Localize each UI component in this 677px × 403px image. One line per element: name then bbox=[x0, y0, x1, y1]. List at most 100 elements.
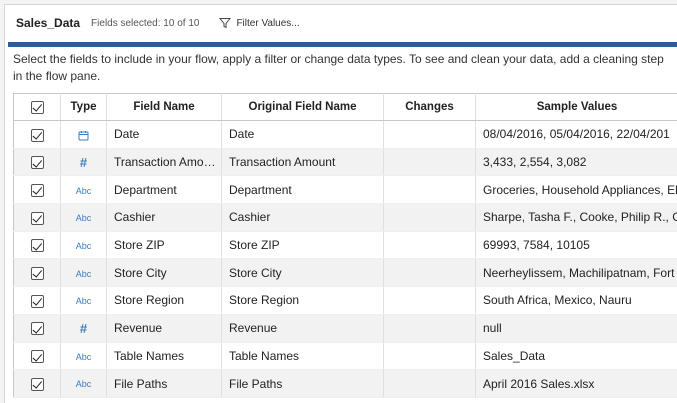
sample-values-cell: Neerheylissem, Machilipatnam, Fort bbox=[475, 258, 677, 288]
table-row[interactable]: # Revenue Revenue null bbox=[13, 314, 677, 343]
select-all-checkbox[interactable] bbox=[30, 100, 44, 114]
field-checkbox[interactable] bbox=[30, 128, 44, 142]
sample-values-cell: null bbox=[475, 314, 677, 343]
field-name-cell[interactable]: Date bbox=[106, 120, 222, 149]
column-header-sample-values[interactable]: Sample Values bbox=[475, 93, 677, 121]
field-name-cell[interactable]: Cashier bbox=[106, 203, 222, 232]
field-name-cell[interactable]: Store ZIP bbox=[106, 231, 222, 260]
filter-values-button[interactable]: Filter Values... bbox=[219, 17, 300, 29]
original-field-name-cell: Date bbox=[221, 120, 384, 149]
changes-cell bbox=[383, 203, 476, 232]
field-checkbox-cell bbox=[13, 203, 61, 232]
field-name-cell[interactable]: Department bbox=[106, 175, 222, 205]
accent-bar bbox=[8, 42, 677, 47]
fields-table: Type Field Name Original Field Name Chan… bbox=[13, 93, 677, 398]
field-name-cell[interactable]: Store Region bbox=[106, 286, 222, 315]
type-cell bbox=[60, 120, 107, 149]
column-header-changes[interactable]: Changes bbox=[383, 93, 476, 121]
field-checkbox[interactable] bbox=[30, 377, 44, 391]
table-header-row: Type Field Name Original Field Name Chan… bbox=[13, 93, 677, 121]
original-field-name-cell: Store ZIP bbox=[221, 231, 384, 260]
calendar-icon[interactable] bbox=[78, 130, 89, 141]
field-checkbox[interactable] bbox=[30, 350, 44, 363]
sample-values-cell: 3,433, 2,554, 3,082 bbox=[475, 148, 677, 177]
string-icon[interactable]: Abc bbox=[76, 241, 92, 251]
field-checkbox-cell bbox=[13, 342, 61, 371]
string-icon[interactable]: Abc bbox=[76, 213, 92, 223]
field-checkbox[interactable] bbox=[30, 322, 44, 336]
string-icon[interactable]: Abc bbox=[76, 352, 92, 362]
select-all-header bbox=[13, 93, 61, 121]
type-cell: Abc bbox=[60, 231, 107, 260]
field-checkbox-cell bbox=[13, 286, 61, 315]
sample-values-cell: 69993, 7584, 10105 bbox=[475, 231, 677, 260]
field-checkbox[interactable] bbox=[30, 266, 44, 280]
sample-values-cell: Sharpe, Tasha F., Cooke, Philip R., Gr bbox=[475, 203, 677, 232]
field-checkbox-cell bbox=[13, 148, 61, 177]
string-icon[interactable]: Abc bbox=[76, 269, 92, 279]
field-name-cell[interactable]: File Paths bbox=[106, 369, 222, 398]
string-icon[interactable]: Abc bbox=[76, 186, 92, 196]
table-row[interactable]: # Transaction Amo… Transaction Amount 3,433… bbox=[13, 148, 677, 177]
field-checkbox[interactable] bbox=[30, 183, 44, 197]
changes-cell bbox=[383, 342, 476, 371]
instructions-text: Select the fields to include in your flo… bbox=[13, 52, 664, 83]
type-cell: # bbox=[60, 148, 107, 177]
field-checkbox-cell bbox=[13, 120, 61, 149]
field-checkbox-cell bbox=[13, 175, 61, 205]
string-icon[interactable]: Abc bbox=[76, 379, 92, 389]
filter-icon bbox=[219, 18, 232, 29]
field-checkbox-cell bbox=[13, 231, 61, 260]
changes-cell bbox=[383, 369, 476, 398]
sample-values-cell: 08/04/2016, 05/04/2016, 22/04/201 bbox=[475, 120, 677, 149]
number-icon[interactable]: # bbox=[80, 321, 87, 336]
type-cell: Abc bbox=[60, 369, 107, 398]
original-field-name-cell: File Paths bbox=[221, 369, 384, 398]
field-checkbox-cell bbox=[13, 314, 61, 343]
field-checkbox[interactable] bbox=[30, 294, 44, 308]
sample-values-cell: Groceries, Household Appliances, Ele bbox=[475, 175, 677, 205]
field-checkbox[interactable] bbox=[30, 211, 44, 225]
changes-cell bbox=[383, 231, 476, 260]
changes-cell bbox=[383, 314, 476, 343]
column-header-original-field-name[interactable]: Original Field Name bbox=[221, 93, 384, 121]
table-row[interactable]: Abc Table Names Table Names Sales_Data bbox=[13, 342, 677, 371]
changes-cell bbox=[383, 120, 476, 149]
data-source-title: Sales_Data bbox=[16, 16, 81, 30]
column-header-type[interactable]: Type bbox=[60, 93, 107, 121]
filter-values-label: Filter Values... bbox=[236, 17, 300, 29]
field-checkbox[interactable] bbox=[30, 239, 44, 253]
fields-selected-count: Fields selected: 10 of 10 bbox=[91, 17, 200, 29]
sample-values-cell: Sales_Data bbox=[475, 342, 677, 371]
table-row[interactable]: Abc Cashier Cashier Sharpe, Tasha F., Cooke… bbox=[13, 203, 677, 232]
changes-cell bbox=[383, 175, 476, 205]
column-header-field-name[interactable]: Field Name bbox=[106, 93, 222, 121]
sample-values-cell: April 2016 Sales.xlsx bbox=[475, 369, 677, 398]
table-row[interactable]: Abc File Paths File Paths April 2016 Sales.… bbox=[13, 369, 677, 398]
table-row[interactable]: Abc Store ZIP Store ZIP 69993, 7584, 10105 bbox=[13, 231, 677, 260]
original-field-name-cell: Transaction Amount bbox=[221, 148, 384, 177]
string-icon[interactable]: Abc bbox=[76, 296, 92, 306]
panel-header: Sales_Data Fields selected: 10 of 10 Fil… bbox=[5, 5, 677, 41]
field-name-cell[interactable]: Revenue bbox=[106, 314, 222, 343]
table-row[interactable]: Date Date 08/04/2016, 05/04/2016, 22/04/20… bbox=[13, 120, 677, 149]
original-field-name-cell: Store Region bbox=[221, 286, 384, 315]
field-name-cell[interactable]: Table Names bbox=[106, 342, 222, 371]
original-field-name-cell: Store City bbox=[221, 258, 384, 288]
original-field-name-cell: Department bbox=[221, 175, 384, 205]
type-cell: Abc bbox=[60, 342, 107, 371]
field-checkbox[interactable] bbox=[30, 156, 44, 170]
table-row[interactable]: Abc Store Region Store Region South Africa,… bbox=[13, 286, 677, 315]
sample-values-cell: South Africa, Mexico, Nauru bbox=[475, 286, 677, 315]
field-name-cell[interactable]: Transaction Amo… bbox=[106, 148, 222, 177]
table-row[interactable]: Abc Store City Store City Neerheylissem, Ma… bbox=[13, 258, 677, 288]
input-panel: Sales_Data Fields selected: 10 of 10 Fil… bbox=[4, 4, 677, 403]
changes-cell bbox=[383, 286, 476, 315]
type-cell: Abc bbox=[60, 286, 107, 315]
table-row[interactable]: Abc Department Department Groceries, Househ… bbox=[13, 175, 677, 205]
field-name-cell[interactable]: Store City bbox=[106, 258, 222, 288]
type-cell: Abc bbox=[60, 175, 107, 205]
number-icon[interactable]: # bbox=[80, 155, 87, 170]
field-checkbox-cell bbox=[13, 258, 61, 288]
changes-cell bbox=[383, 258, 476, 288]
